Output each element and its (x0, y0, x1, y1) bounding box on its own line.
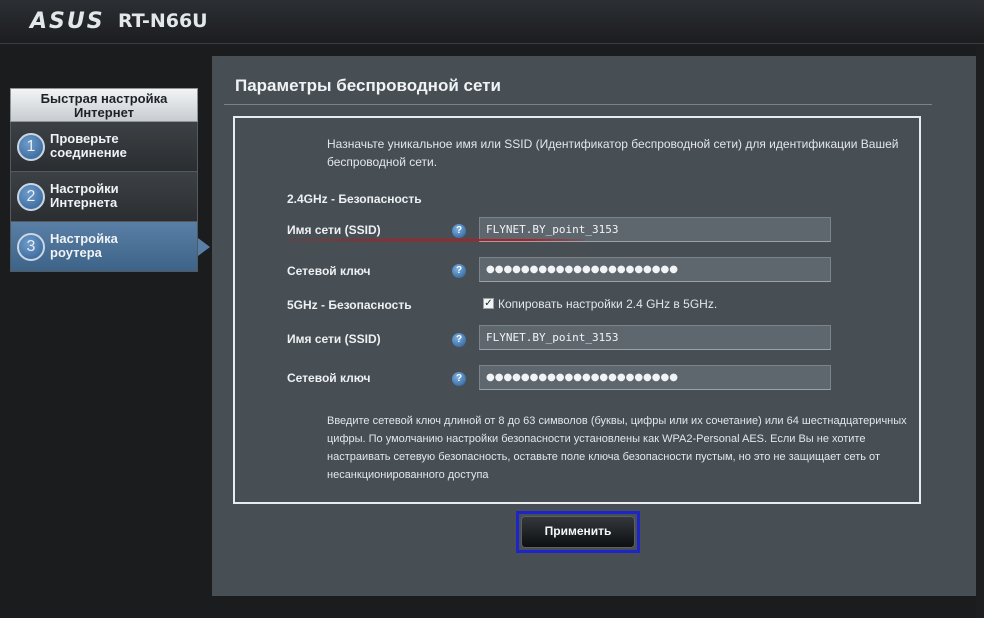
sidebar-item-label: Настройка роутера (50, 231, 118, 260)
security-note: Введите сетевой ключ длиной от 8 до 63 с… (327, 415, 907, 481)
step-1-icon: 1 (17, 133, 45, 161)
sidebar-item-label: Настройки Интернета (50, 181, 119, 210)
ssid-5-label: Имя сети (SSID) (287, 332, 381, 346)
step-3-icon: 3 (17, 233, 45, 261)
copy-settings-checkbox[interactable]: ✓ (483, 298, 494, 309)
key-5-input[interactable]: ●●●●●●●●●●●●●●●●●●●●●● (479, 365, 831, 390)
help-icon[interactable]: ? (452, 372, 466, 386)
apply-button[interactable]: Применить (521, 516, 635, 548)
step-2-icon: 2 (17, 183, 45, 211)
main-panel: Параметры беспроводной сети Назначьте ун… (212, 56, 976, 596)
key-24-input[interactable]: ●●●●●●●●●●●●●●●●●●●●●● (479, 257, 831, 282)
title-divider (224, 104, 932, 105)
wireless-settings-box: Назначьте уникальное имя или SSID (Идент… (233, 116, 921, 504)
key-5-label: Сетевой ключ (287, 371, 371, 385)
ssid-24-label: Имя сети (SSID) (287, 223, 381, 237)
active-arrow-icon (198, 238, 210, 256)
red-underline-annotation (287, 239, 585, 241)
ssid-5-input[interactable]: FLYNET.BY_point_3153 (479, 325, 831, 350)
section-24ghz-security: 2.4GHz - Безопасность (287, 192, 422, 206)
help-icon[interactable]: ? (452, 264, 466, 278)
section-5ghz-security: 5GHz - Безопасность (287, 298, 412, 312)
sidebar-item-label: Проверьте соединение (50, 131, 127, 160)
sidebar-item-check-connection[interactable]: 1 Проверьте соединение (10, 122, 198, 172)
help-icon[interactable]: ? (452, 224, 466, 238)
router-model: RT-N66U (118, 10, 208, 32)
apply-button-highlight: Применить (516, 511, 640, 553)
copy-settings-label: Копировать настройки 2.4 GHz в 5GHz. (498, 297, 718, 311)
page-title: Параметры беспроводной сети (235, 76, 501, 95)
help-icon[interactable]: ? (452, 333, 466, 347)
asus-logo: ASUS (30, 9, 105, 34)
sidebar-title: Быстрая настройка Интернет (10, 88, 198, 122)
sidebar-item-internet-settings[interactable]: 2 Настройки Интернета (10, 172, 198, 222)
frame-edge (976, 44, 984, 618)
sidebar-item-router-setup[interactable]: 3 Настройка роутера (10, 222, 210, 272)
ssid-description: Назначьте уникальное имя или SSID (Идент… (327, 137, 899, 169)
sidebar: Быстрая настройка Интернет 1 Проверьте с… (10, 88, 210, 272)
header-bar: ASUS RT-N66U (0, 0, 984, 44)
key-24-label: Сетевой ключ (287, 264, 371, 278)
